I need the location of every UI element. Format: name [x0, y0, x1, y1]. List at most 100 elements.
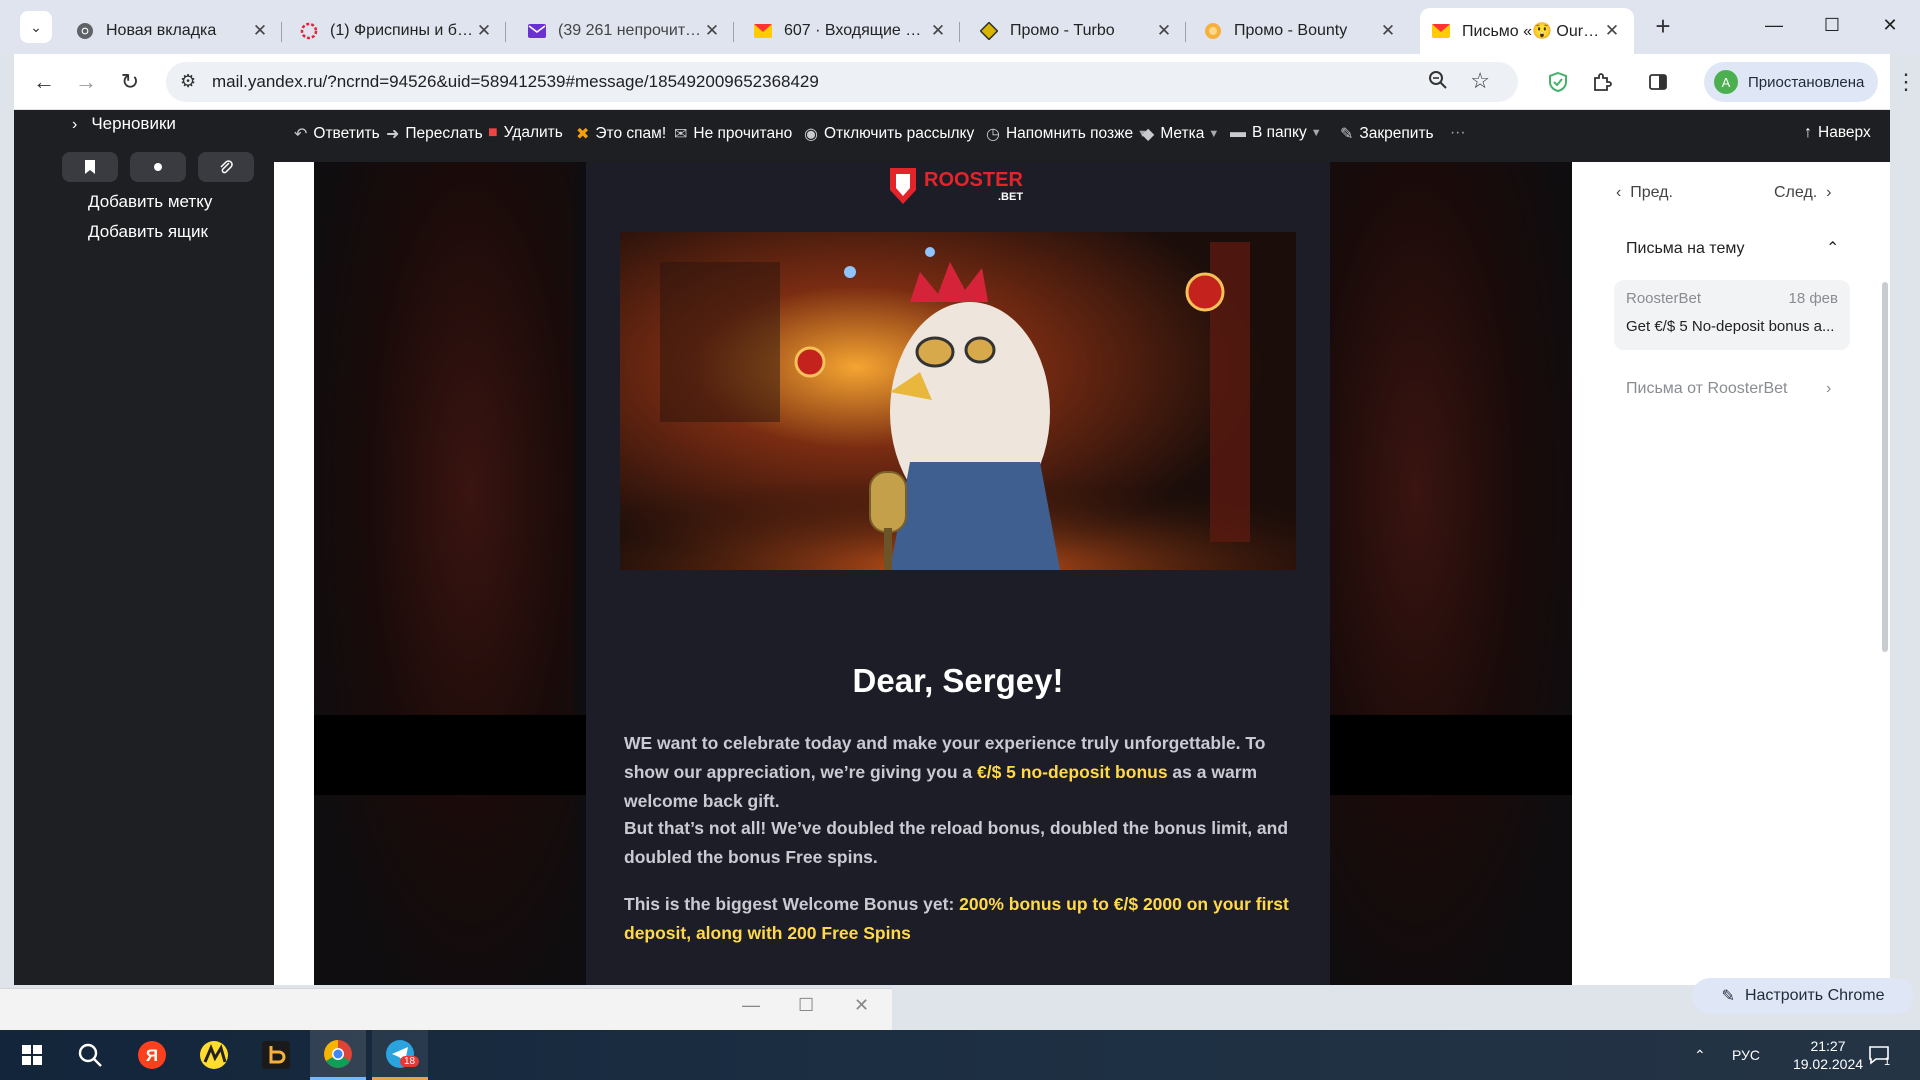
add-label-link[interactable]: Добавить метку — [88, 192, 212, 212]
bounty-icon — [1204, 22, 1222, 40]
chevron-up-icon: ⌃ — [1826, 240, 1840, 257]
remind-icon: ◷ — [986, 126, 1000, 143]
new-tab-button[interactable]: + — [1648, 12, 1678, 42]
site-info-icon[interactable]: ⚙ — [180, 71, 196, 92]
back-arrow-icon: ← — [33, 69, 55, 94]
search-button[interactable] — [62, 1030, 118, 1080]
tab-promo-turbo[interactable]: Промо - Turbo ✕ — [968, 8, 1186, 54]
label-label: Метка — [1160, 125, 1205, 142]
adguard-extension-icon[interactable] — [1542, 66, 1574, 98]
close-window-button[interactable]: ✕ — [1862, 8, 1918, 42]
turbo-icon — [980, 22, 998, 40]
close-icon[interactable]: ✕ — [250, 21, 270, 41]
filter-bookmark-button[interactable] — [62, 152, 118, 182]
tab-unread-mail[interactable]: (39 261 непрочитанных) ✕ — [516, 8, 734, 54]
tab-title: Промо - Turbo — [1010, 22, 1115, 39]
pin-label: Закрепить — [1359, 125, 1434, 142]
mail-sidebar: › Черновики Добавить метку Добавить ящик — [14, 110, 274, 985]
delete-button[interactable]: ■ Удалить — [488, 124, 563, 142]
tab-new-tab[interactable]: Новая вкладка ✕ — [64, 8, 282, 54]
next-label: След. — [1774, 184, 1818, 201]
maximize-button[interactable]: ☐ — [1804, 8, 1860, 42]
tab-title: (1) Фриспины и бонусы — [330, 22, 474, 39]
scroll-top-button[interactable]: ↑ Наверх — [1804, 124, 1871, 142]
forward-label: Переслать — [405, 125, 483, 142]
yandex-browser-app[interactable]: Я — [124, 1030, 180, 1080]
menu-kebab-icon[interactable]: ⋮ — [1890, 66, 1920, 98]
filter-attachments-button[interactable] — [198, 152, 254, 182]
chrome-app[interactable] — [310, 1030, 366, 1080]
start-button[interactable] — [4, 1030, 60, 1080]
url-text[interactable]: mail.yandex.ru/?ncrnd=94526&uid=58941253… — [212, 72, 819, 92]
bookmark-icon — [85, 160, 95, 174]
telegram-app[interactable]: 18 — [372, 1030, 428, 1080]
prev-letter-button[interactable]: ‹ Пред. — [1616, 184, 1673, 202]
address-bar[interactable]: ⚙ mail.yandex.ru/?ncrnd=94526&uid=589412… — [166, 62, 1518, 102]
next-letter-button[interactable]: След. › — [1774, 184, 1831, 202]
side-panel-icon[interactable] — [1642, 66, 1674, 98]
thread-letter-item[interactable]: RoosterBet 18 фев Get €/$ 5 No-deposit b… — [1614, 280, 1850, 350]
dot-icon — [154, 163, 162, 171]
fire-background-left — [314, 162, 574, 985]
label-button[interactable]: ◆ Метка ▼ — [1142, 124, 1219, 144]
close-icon[interactable]: ✕ — [1602, 21, 1622, 41]
yandex-market-app[interactable] — [186, 1030, 242, 1080]
mark-unread-button[interactable]: ✉ Не прочитано — [674, 124, 792, 144]
reply-button[interactable]: ↶ Ответить — [294, 124, 380, 144]
notifications-button[interactable]: 1 — [1868, 1030, 1890, 1080]
p3-text-a: This is the biggest Welcome Bonus yet: — [624, 894, 960, 914]
forward-mail-button[interactable]: ➜ Переслать — [386, 124, 483, 144]
unsubscribe-button[interactable]: ◉ Отключить рассылку — [804, 124, 974, 144]
rooster-bet-logo[interactable]: ROOSTER .BET — [886, 164, 1046, 208]
extensions-icon[interactable] — [1586, 66, 1618, 98]
zoom-icon[interactable] — [1428, 70, 1448, 96]
close-icon[interactable]: ✕ — [1154, 21, 1174, 41]
search-icon — [78, 1043, 102, 1067]
tray-overflow-button[interactable]: ⌃ — [1694, 1030, 1706, 1080]
close-icon[interactable]: ✕ — [928, 21, 948, 41]
minimize-button[interactable]: — — [742, 995, 760, 1016]
language-indicator[interactable]: РУС — [1732, 1030, 1760, 1080]
customize-chrome-button[interactable]: ✎ Настроить Chrome — [1692, 978, 1914, 1014]
tag-icon: ◆ — [1142, 126, 1155, 143]
scroll-top-label: Наверх — [1818, 124, 1871, 141]
minimize-button[interactable]: — — [1746, 8, 1802, 42]
thread-panel: ‹ Пред. След. › Письма на тему ⌃ RoosterB… — [1572, 162, 1890, 985]
spam-label: Это спам! — [595, 125, 667, 142]
email-greeting: Dear, Sergey! — [852, 662, 1064, 699]
chevron-right-icon: › — [72, 116, 78, 133]
close-icon[interactable]: ✕ — [1378, 21, 1398, 41]
profile-chip[interactable]: A Приостановлена — [1704, 62, 1878, 102]
maximize-button[interactable]: ☐ — [798, 995, 814, 1016]
from-sender-label: Письма от RoosterBet — [1626, 380, 1788, 397]
thread-section-header[interactable]: Письма на тему ⌃ — [1626, 240, 1839, 258]
forward-button[interactable]: → — [70, 66, 102, 98]
close-window-button[interactable]: ✕ — [854, 995, 869, 1016]
reload-button[interactable]: ↻ — [114, 66, 146, 98]
page-scrollbar[interactable] — [1882, 282, 1888, 652]
more-actions-button[interactable]: ··· — [1450, 124, 1466, 142]
tab-current-letter[interactable]: Письмо «😲 Our Big ✕ — [1420, 8, 1634, 54]
chevron-up-icon: ⌃ — [1694, 1046, 1706, 1063]
back-button[interactable]: ← — [28, 66, 60, 98]
spam-button[interactable]: ✖ Это спам! — [576, 124, 666, 144]
tab-search-button[interactable]: ⌄ — [20, 11, 52, 43]
add-mailbox-link[interactable]: Добавить ящик — [88, 222, 208, 242]
letters-from-sender-link[interactable]: Письма от RoosterBet › — [1626, 380, 1831, 398]
close-icon[interactable]: ✕ — [474, 21, 494, 41]
clock[interactable]: 21:27 19.02.2024 — [1776, 1030, 1880, 1080]
pin-button[interactable]: ✎ Закрепить — [1340, 124, 1434, 144]
bookmark-star-icon[interactable]: ☆ — [1470, 68, 1490, 94]
browser-tabstrip: ⌄ Новая вкладка ✕ (1) Фриспины и бонусы … — [0, 0, 1920, 54]
app-shortcut[interactable] — [248, 1030, 304, 1080]
tab-inbox[interactable]: 607 · Входящие — Яндекс ✕ — [742, 8, 960, 54]
remind-later-button[interactable]: ◷ Напомнить позже ▼ — [986, 124, 1148, 144]
folder-drafts[interactable]: › Черновики — [72, 114, 176, 134]
close-icon[interactable]: ✕ — [702, 21, 722, 41]
move-to-folder-button[interactable]: ▬ В папку ▼ — [1230, 124, 1322, 142]
paperclip-icon — [220, 160, 233, 174]
filter-unread-button[interactable] — [130, 152, 186, 182]
tab-promo-bounty[interactable]: Промо - Bounty ✕ — [1192, 8, 1410, 54]
tab-freespins[interactable]: (1) Фриспины и бонусы ✕ — [288, 8, 506, 54]
app-icon — [300, 22, 318, 40]
